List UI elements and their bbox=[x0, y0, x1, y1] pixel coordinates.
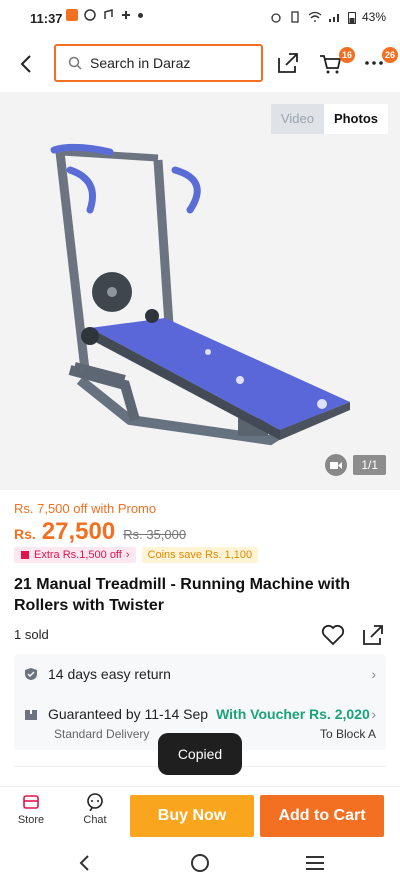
coins-chip[interactable]: Coins save Rs. 1,100 bbox=[141, 547, 259, 563]
search-input[interactable]: Search in Daraz bbox=[54, 44, 263, 82]
extra-discount-chip[interactable]: Extra Rs.1,500 off › bbox=[14, 547, 136, 563]
price-block: Rs. 27,500 Rs. 35,000 bbox=[14, 518, 186, 546]
extra-discount-label: Extra Rs.1,500 off bbox=[34, 549, 122, 561]
coupon-icon bbox=[21, 551, 29, 559]
wifi-icon bbox=[308, 11, 322, 22]
signal-icon bbox=[328, 14, 339, 22]
vibrate-icon bbox=[291, 11, 299, 23]
tab-video[interactable]: Video bbox=[270, 104, 324, 134]
chat-icon bbox=[87, 793, 103, 812]
delivery-destination: To Block A bbox=[319, 727, 376, 741]
gallery-counter: 1/1 bbox=[325, 454, 386, 476]
delivery-box-icon bbox=[25, 710, 37, 720]
buy-now-button[interactable]: Buy Now bbox=[130, 795, 254, 837]
alarm-icon bbox=[271, 13, 281, 23]
battery-level: 43% bbox=[361, 10, 386, 24]
chat-button[interactable]: Chat bbox=[70, 793, 120, 826]
original-price: Rs. 35,000 bbox=[123, 527, 187, 542]
search-icon bbox=[68, 56, 82, 70]
chevron-right-icon: › bbox=[371, 666, 376, 682]
tab-photos[interactable]: Photos bbox=[323, 104, 388, 134]
chevron-right-icon: › bbox=[371, 706, 376, 722]
nav-back-icon[interactable] bbox=[78, 854, 90, 872]
share-product-icon[interactable] bbox=[362, 624, 384, 646]
search-placeholder: Search in Daraz bbox=[90, 55, 191, 71]
nav-home-icon[interactable] bbox=[190, 853, 210, 873]
wishlist-heart-icon[interactable] bbox=[321, 624, 345, 646]
video-play-icon[interactable] bbox=[325, 454, 348, 476]
store-icon bbox=[23, 795, 39, 809]
treadmill-product-image bbox=[50, 143, 350, 446]
promo-text: Rs. 7,500 off with Promo bbox=[14, 501, 157, 516]
nav-recents-icon[interactable] bbox=[305, 855, 325, 871]
more-options-icon[interactable] bbox=[365, 61, 383, 65]
offer-chips: Extra Rs.1,500 off › Coins save Rs. 1,10… bbox=[14, 547, 259, 563]
chat-label: Chat bbox=[83, 814, 107, 826]
product-gallery[interactable]: Video Photos 1/1 bbox=[0, 92, 400, 490]
add-to-cart-button[interactable]: Add to Cart bbox=[260, 795, 384, 837]
screen: { "status_bar": { "time": "11:37", "batt… bbox=[0, 0, 400, 884]
status-bar: 11:37 43% bbox=[0, 0, 400, 36]
message-count-badge: 26 bbox=[382, 47, 398, 63]
threads-icon bbox=[84, 9, 96, 21]
voucher-label: With Voucher Rs. 2,020 bbox=[216, 706, 370, 722]
music-icon bbox=[104, 9, 113, 19]
system-icons: 43% bbox=[270, 10, 386, 24]
slack-icon bbox=[122, 11, 130, 19]
media-tabs: Video Photos bbox=[270, 104, 388, 134]
notification-icons bbox=[66, 9, 143, 21]
cart-count-badge: 16 bbox=[339, 47, 355, 63]
image-pager: 1/1 bbox=[353, 455, 386, 475]
daraz-notification-icon bbox=[66, 9, 78, 21]
sold-count: 1 sold bbox=[14, 627, 49, 642]
bottom-action-bar: Store Chat Buy Now Add to Cart bbox=[0, 786, 400, 840]
product-title: 21 Manual Treadmill - Running Machine wi… bbox=[14, 576, 351, 614]
shield-check-icon bbox=[25, 668, 37, 680]
chevron-right-icon: › bbox=[125, 549, 130, 561]
share-icon[interactable] bbox=[277, 52, 299, 74]
current-price: 27,500 bbox=[41, 518, 116, 545]
status-time: 11:37 bbox=[30, 11, 63, 26]
return-policy-row[interactable]: 14 days easy return › bbox=[14, 666, 386, 682]
delivery-type: Standard Delivery bbox=[54, 727, 150, 741]
more-notifications-dot bbox=[138, 12, 143, 18]
return-policy-label: 14 days easy return bbox=[48, 666, 171, 682]
back-arrow-icon[interactable] bbox=[18, 54, 34, 74]
copied-toast: Copied bbox=[158, 733, 242, 775]
delivery-row[interactable]: Guaranteed by 11-14 Sep With Voucher Rs.… bbox=[14, 706, 386, 722]
price-currency: Rs. bbox=[14, 526, 36, 542]
battery-icon bbox=[347, 11, 356, 24]
top-header: Search in Daraz 16 26 bbox=[0, 36, 400, 92]
store-button[interactable]: Store bbox=[6, 793, 56, 826]
store-label: Store bbox=[17, 814, 45, 826]
system-nav-bar bbox=[0, 840, 400, 884]
delivery-label: Guaranteed by 11-14 Sep bbox=[48, 706, 209, 722]
